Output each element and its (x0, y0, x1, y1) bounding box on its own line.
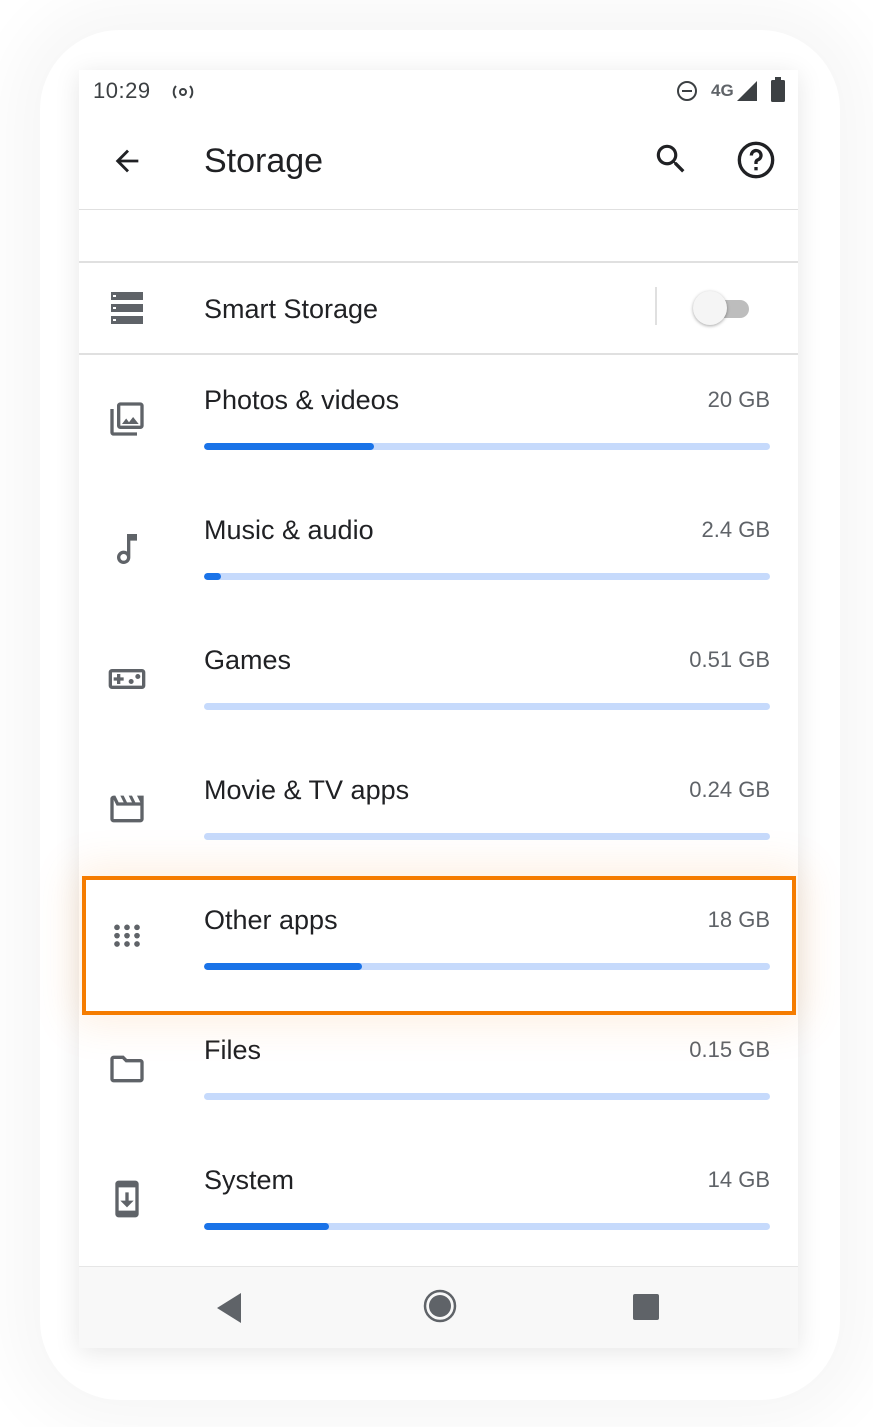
category-size: 0.51 GB (689, 647, 770, 672)
category-label: Movie & TV apps (204, 775, 410, 805)
apps-grid-icon (107, 919, 147, 959)
status-bar: 10:29 4G (79, 70, 798, 114)
smart-storage-label: Smart Storage (204, 294, 379, 324)
usage-bar (204, 963, 770, 970)
category-size: 2.4 GB (701, 517, 770, 542)
category-label: System (204, 1165, 295, 1195)
folder-icon (107, 1049, 147, 1089)
movie-icon (107, 789, 147, 829)
usage-bar (204, 833, 770, 840)
category-row-files[interactable]: Files 0.15 GB (79, 1007, 798, 1137)
nav-home-icon[interactable] (423, 1289, 457, 1328)
category-size: 14 GB (707, 1167, 770, 1192)
photo-library-icon (107, 399, 147, 439)
category-label: Files (204, 1035, 262, 1065)
category-size: 18 GB (707, 907, 770, 932)
category-row-music-audio[interactable]: Music & audio 2.4 GB (79, 487, 798, 617)
page-title: Storage (204, 142, 324, 180)
vertical-divider (655, 287, 657, 325)
category-row-games[interactable]: Games 0.51 GB (79, 617, 798, 747)
usage-bar-fill (204, 963, 363, 970)
music-note-icon (107, 529, 147, 569)
search-icon[interactable] (651, 139, 691, 179)
system-update-icon (107, 1179, 147, 1219)
navigation-bar (79, 1266, 798, 1348)
category-label: Music & audio (204, 515, 374, 545)
gamepad-icon (107, 659, 147, 699)
category-label: Other apps (204, 905, 338, 935)
usage-bar (204, 1223, 770, 1230)
category-row-system[interactable]: System 14 GB (79, 1137, 798, 1267)
usage-bar-fill (204, 573, 221, 580)
category-row-movie-tv-apps[interactable]: Movie & TV apps 0.24 GB (79, 747, 798, 877)
nav-back-icon[interactable] (215, 1291, 243, 1330)
battery-icon (771, 77, 785, 109)
category-row-other-apps[interactable]: Other apps 18 GB (79, 877, 798, 1007)
usage-bar-fill (204, 443, 374, 450)
app-bar: Storage (79, 114, 798, 210)
usage-bar (204, 703, 770, 710)
usage-bar (204, 1093, 770, 1100)
storage-icon (109, 290, 145, 331)
usage-bar (204, 573, 770, 580)
cast-icon (171, 81, 195, 107)
toggle-thumb (693, 291, 727, 325)
network-type: 4G (711, 81, 734, 100)
usage-bar (204, 443, 770, 450)
category-size: 20 GB (707, 387, 770, 412)
category-size: 0.24 GB (689, 777, 770, 802)
category-row-photos-videos[interactable]: Photos & videos 20 GB (79, 357, 798, 487)
back-arrow-icon[interactable] (107, 136, 147, 186)
smart-storage-row[interactable]: Smart Storage (79, 263, 798, 355)
nav-recents-icon[interactable] (632, 1293, 660, 1326)
signal-icon (735, 79, 759, 109)
category-label: Photos & videos (204, 385, 400, 415)
usage-bar-fill (204, 1223, 329, 1230)
phone-screen: 10:29 4G Storage Smart Storage Photos & … (79, 70, 798, 1348)
do-not-disturb-icon (675, 79, 699, 109)
help-icon[interactable] (735, 139, 777, 181)
smart-storage-toggle[interactable] (693, 291, 753, 327)
category-label: Games (204, 645, 292, 675)
status-time: 10:29 (93, 78, 151, 103)
category-size: 0.15 GB (689, 1037, 770, 1062)
